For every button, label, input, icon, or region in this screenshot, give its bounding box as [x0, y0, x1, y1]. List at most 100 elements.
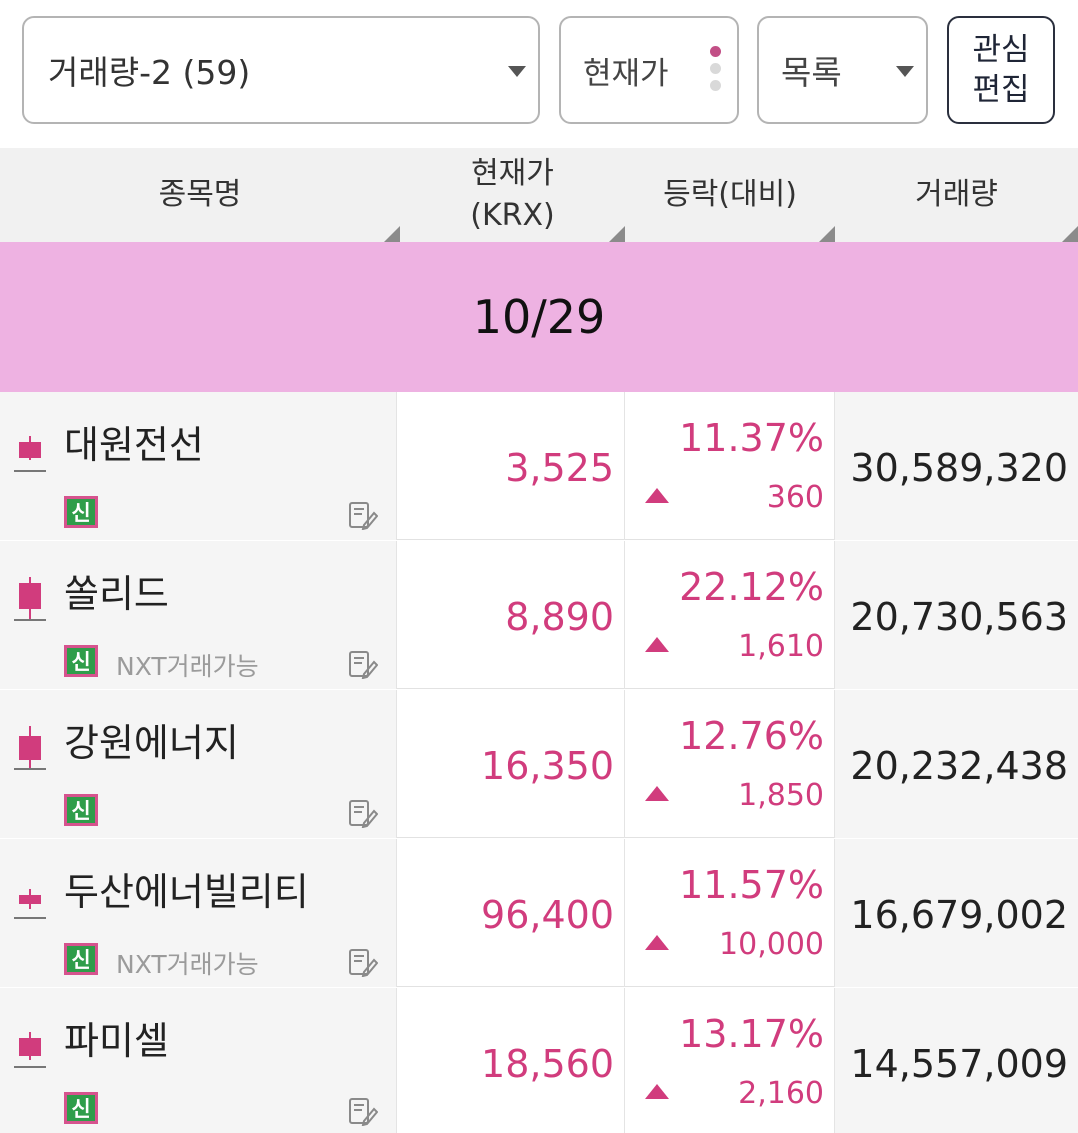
- volume-cell[interactable]: 14,557,009: [835, 988, 1078, 1133]
- price-cell[interactable]: 16,350: [397, 690, 625, 838]
- stock-name-cell[interactable]: 강원에너지 신: [0, 690, 397, 838]
- trade-volume: 20,730,563: [850, 595, 1068, 639]
- change-rate: 12.76%: [679, 714, 824, 758]
- column-header-price[interactable]: 현재가 (KRX): [400, 148, 625, 242]
- toolbar: 거래량-2 (59) 현재가 목록 관심 편집: [0, 0, 1078, 148]
- volume-cell[interactable]: 20,730,563: [835, 541, 1078, 689]
- trade-volume: 14,557,009: [850, 1042, 1068, 1086]
- change-amount: 2,160: [738, 1076, 824, 1111]
- column-header-volume[interactable]: 거래량: [835, 148, 1078, 242]
- current-price: 18,560: [481, 1042, 614, 1086]
- chevron-down-icon: [508, 66, 526, 77]
- nxt-tradable-label: NXT거래가능: [116, 652, 259, 681]
- price-type-label: 현재가: [583, 55, 669, 92]
- change-cell[interactable]: 12.76% 1,850: [625, 690, 835, 838]
- change-rate: 22.12%: [679, 565, 824, 609]
- stock-name: 두산에너빌리티: [64, 870, 309, 914]
- price-cell[interactable]: 8,890: [397, 541, 625, 689]
- candlestick-icon: [14, 577, 46, 621]
- stock-name-cell[interactable]: 대원전선 신: [0, 392, 397, 540]
- watchlist-group-label: 거래량-2 (59): [48, 53, 251, 92]
- new-badge: 신: [64, 645, 98, 677]
- table-header: 종목명 현재가 (KRX) 등락(대비) 거래량: [0, 148, 1078, 242]
- stock-name-cell[interactable]: 파미셀 신: [0, 988, 397, 1133]
- view-mode-dropdown[interactable]: 목록: [757, 16, 928, 124]
- stock-list: 대원전선 신 3,525 11.37% 360 30,589,320 쏠리드 신…: [0, 392, 1078, 1133]
- new-badge: 신: [64, 943, 98, 975]
- memo-edit-icon[interactable]: [348, 1096, 378, 1126]
- new-badge: 신: [64, 496, 98, 528]
- price-cell[interactable]: 18,560: [397, 988, 625, 1133]
- change-rate: 11.37%: [679, 416, 824, 460]
- price-cell[interactable]: 3,525: [397, 392, 625, 540]
- price-type-selector[interactable]: 현재가: [559, 16, 739, 124]
- up-arrow-icon: [645, 1084, 669, 1099]
- edit-label-line1: 관심: [972, 32, 1030, 68]
- change-cell[interactable]: 11.37% 360: [625, 392, 835, 540]
- up-arrow-icon: [645, 637, 669, 652]
- trade-volume: 16,679,002: [850, 893, 1068, 937]
- column-header-change-label: 등락(대비): [663, 177, 797, 212]
- new-badge: 신: [64, 1092, 98, 1124]
- candlestick-icon: [14, 1024, 46, 1068]
- memo-edit-icon[interactable]: [348, 798, 378, 828]
- change-amount: 10,000: [719, 927, 824, 962]
- trade-volume: 30,589,320: [850, 446, 1068, 490]
- up-arrow-icon: [645, 488, 669, 503]
- stock-name: 대원전선: [64, 423, 204, 467]
- sort-corner-icon: [819, 226, 835, 242]
- date-label: 10/29: [472, 290, 606, 344]
- up-arrow-icon: [645, 786, 669, 801]
- column-header-name[interactable]: 종목명: [0, 148, 400, 242]
- change-cell[interactable]: 11.57% 10,000: [625, 839, 835, 987]
- column-header-volume-label: 거래량: [915, 177, 998, 212]
- change-cell[interactable]: 22.12% 1,610: [625, 541, 835, 689]
- trade-volume: 20,232,438: [850, 744, 1068, 788]
- change-amount: 1,610: [738, 629, 824, 664]
- change-amount: 360: [766, 480, 824, 515]
- column-header-price-label: 현재가: [471, 156, 554, 191]
- column-header-name-label: 종목명: [158, 177, 242, 212]
- stock-name: 강원에너지: [64, 721, 239, 765]
- table-row[interactable]: 쏠리드 신 NXT거래가능 8,890 22.12% 1,610 20,730,…: [0, 541, 1078, 689]
- column-header-change[interactable]: 등락(대비): [625, 148, 835, 242]
- change-cell[interactable]: 13.17% 2,160: [625, 988, 835, 1133]
- stock-name-cell[interactable]: 두산에너빌리티 신 NXT거래가능: [0, 839, 397, 987]
- chevron-down-icon: [896, 66, 914, 77]
- table-row[interactable]: 대원전선 신 3,525 11.37% 360 30,589,320: [0, 392, 1078, 540]
- stock-name-cell[interactable]: 쏠리드 신 NXT거래가능: [0, 541, 397, 689]
- current-price: 16,350: [481, 744, 614, 788]
- candlestick-icon: [14, 726, 46, 770]
- page-dots-icon: [710, 46, 721, 91]
- candlestick-icon: [14, 428, 46, 472]
- current-price: 3,525: [505, 446, 614, 490]
- change-rate: 13.17%: [679, 1012, 824, 1056]
- stock-name: 파미셀: [64, 1019, 169, 1063]
- memo-edit-icon[interactable]: [348, 947, 378, 977]
- sort-corner-icon: [609, 226, 625, 242]
- current-price: 8,890: [505, 595, 614, 639]
- volume-cell[interactable]: 20,232,438: [835, 690, 1078, 838]
- new-badge: 신: [64, 794, 98, 826]
- change-rate: 11.57%: [679, 863, 824, 907]
- change-amount: 1,850: [738, 778, 824, 813]
- stock-name: 쏠리드: [64, 572, 169, 616]
- edit-watchlist-button[interactable]: 관심 편집: [947, 16, 1055, 124]
- column-header-price-market: (KRX): [470, 198, 555, 233]
- table-row[interactable]: 파미셀 신 18,560 13.17% 2,160 14,557,009: [0, 988, 1078, 1133]
- volume-cell[interactable]: 30,589,320: [835, 392, 1078, 540]
- price-cell[interactable]: 96,400: [397, 839, 625, 987]
- watchlist-group-dropdown[interactable]: 거래량-2 (59): [22, 16, 540, 124]
- view-mode-label: 목록: [781, 53, 842, 92]
- current-price: 96,400: [481, 893, 614, 937]
- date-separator: 10/29: [0, 242, 1078, 392]
- memo-edit-icon[interactable]: [348, 500, 378, 530]
- sort-corner-icon: [384, 226, 400, 242]
- table-row[interactable]: 두산에너빌리티 신 NXT거래가능 96,400 11.57% 10,000 1…: [0, 839, 1078, 987]
- nxt-tradable-label: NXT거래가능: [116, 950, 259, 979]
- table-row[interactable]: 강원에너지 신 16,350 12.76% 1,850 20,232,438: [0, 690, 1078, 838]
- up-arrow-icon: [645, 935, 669, 950]
- candlestick-icon: [14, 875, 46, 919]
- volume-cell[interactable]: 16,679,002: [835, 839, 1078, 987]
- memo-edit-icon[interactable]: [348, 649, 378, 679]
